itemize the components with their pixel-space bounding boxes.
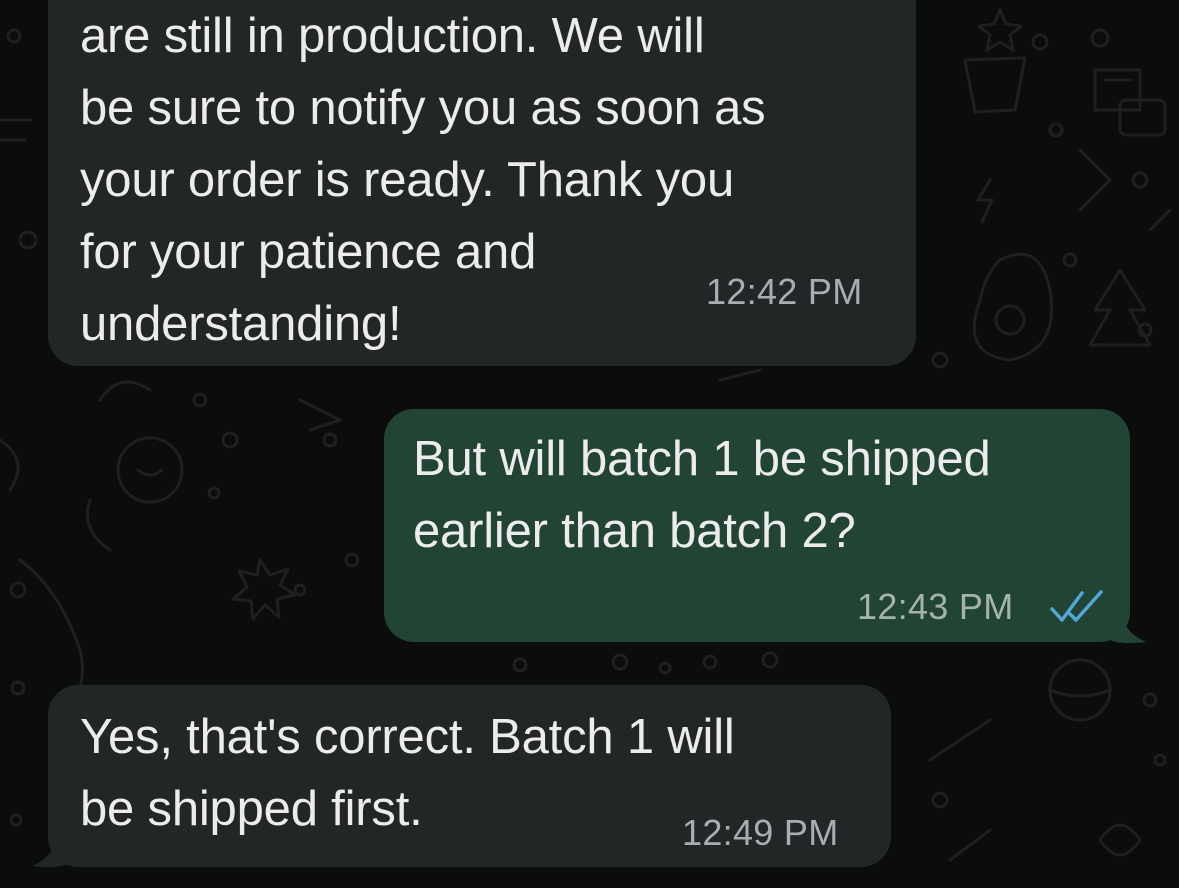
- bubble-tail-incoming: [32, 836, 68, 868]
- message-text: But will batch 1 be shipped earlier than…: [413, 432, 991, 558]
- bubble-tail-outgoing: [1110, 612, 1146, 644]
- message-timestamp: 12:43 PM: [857, 586, 1014, 627]
- double-check-icon: [1050, 590, 1103, 622]
- message-timestamp: 12:49 PM: [682, 812, 839, 853]
- message-bubble-incoming[interactable]: Yes, that's correct. Batch 1 will be shi…: [48, 685, 891, 867]
- message-bubble-incoming[interactable]: are still in production. We will be sure…: [48, 0, 916, 366]
- message-bubble-outgoing[interactable]: But will batch 1 be shipped earlier than…: [384, 409, 1130, 642]
- message-timestamp: 12:42 PM: [706, 271, 863, 312]
